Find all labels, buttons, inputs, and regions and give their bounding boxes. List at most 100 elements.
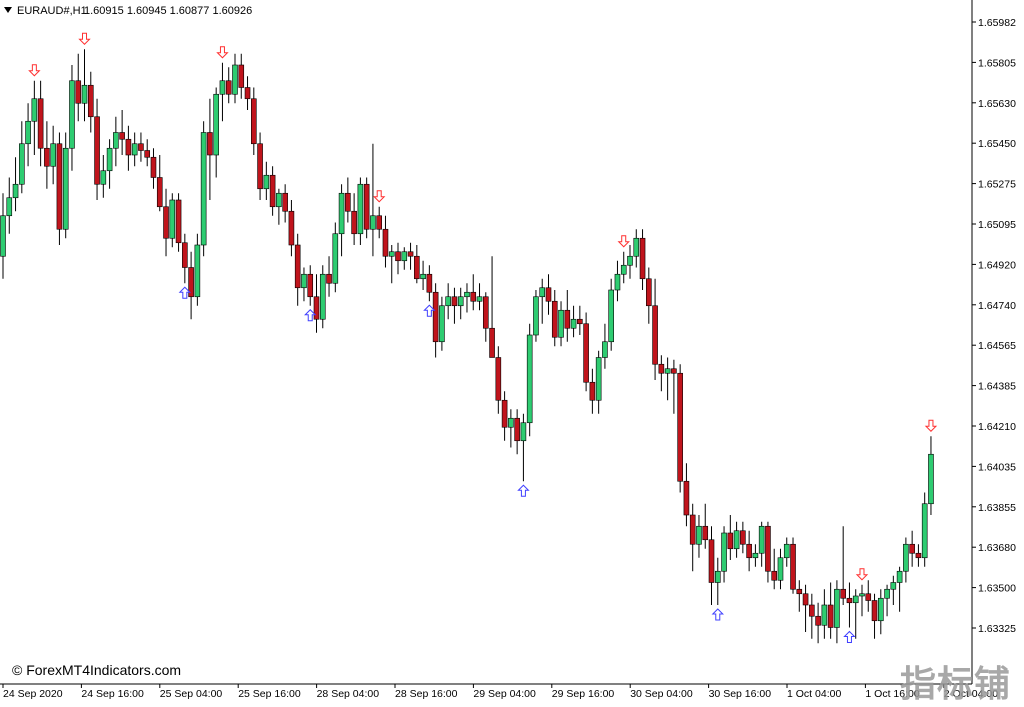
candle-body [263,174,270,190]
candle-body [106,147,113,172]
candle-body [683,480,690,516]
candle-body [652,305,658,365]
price-tick-label: 1.63500 [978,583,1016,595]
candle-body [702,525,709,541]
candle-body [476,296,483,302]
candle-body [871,600,878,622]
candle-body [533,296,539,336]
candle-body [119,132,125,140]
candle-body [376,215,383,230]
candle-body [721,532,727,572]
candle-body [244,87,251,100]
candle-body [131,143,138,156]
candle-body [583,323,589,383]
candle-body [633,237,640,257]
candle-body [194,244,201,298]
candle-body [307,273,314,298]
candle-body [526,334,533,424]
candle-body [664,368,671,374]
candle-body [796,588,803,595]
candle-body [551,300,558,338]
candle-body [81,84,88,104]
price-tick-label: 1.64210 [978,421,1016,433]
candle-body [589,381,596,401]
candle-body [489,327,495,358]
candle-body [219,80,226,95]
price-tick-label: 1.63325 [978,623,1016,635]
candle-body [0,215,6,257]
candle-body [470,291,477,302]
candle-body [514,417,520,442]
candle-body [357,183,364,235]
time-tick-label: 25 Sep 16:00 [238,688,301,700]
candle-body [37,98,44,149]
candle-body [363,183,370,230]
candle-body [382,228,389,257]
candle-body [276,192,282,208]
candle-body [257,143,263,190]
candle-body [915,552,922,559]
time-tick-label: 25 Sep 04:00 [160,688,223,700]
candle-body [12,183,19,199]
candle-body [859,593,865,597]
price-chart[interactable]: 1.65982 1.65805 1.65630 1.65450 1.65275 1.650… [0,0,1024,704]
candle-body [62,147,69,230]
candle-body [689,514,696,545]
candle-body [639,237,646,280]
candle-body [539,287,546,298]
candle-body [658,363,665,374]
candle-body [464,291,470,298]
candle-body [765,525,771,572]
candle-body [501,399,508,428]
candle-body [25,120,31,145]
candle-body [432,291,439,343]
candle-body [928,453,934,505]
candle-body [370,215,376,230]
candle-body [345,192,351,212]
price-tick-label: 1.64920 [978,259,1016,271]
candle-body [251,98,257,145]
candle-body [100,170,107,185]
candle-body [294,244,301,289]
candle-body [815,615,821,626]
candle-body [269,174,276,208]
candle-body [771,570,778,581]
candle-body [846,597,853,604]
candle-body [802,593,809,606]
ohlc-readout: 1.60915 1.60945 1.60877 1.60926 [84,5,252,17]
candle-body [44,147,50,167]
candle-body [708,539,715,583]
price-tick-label: 1.65450 [978,138,1016,150]
candle-body [577,318,583,325]
candle-body [696,525,702,545]
candle-body [646,278,652,307]
candle-body [426,273,433,293]
candle-body [169,199,176,239]
candle-body [627,255,633,266]
price-tick-label: 1.65805 [978,57,1016,69]
candle-body [752,552,759,559]
candle-body [570,318,577,329]
candle-body [746,543,752,559]
price-tick-label: 1.65630 [978,98,1016,110]
time-tick-label: 30 Sep 04:00 [630,688,693,700]
time-tick-label: 28 Sep 04:00 [317,688,380,700]
candle-body [332,233,339,284]
candle-body [407,251,414,257]
candle-body [207,132,213,156]
price-tick-label: 1.64740 [978,300,1016,312]
candle-body [508,417,514,428]
time-tick-label: 24 Sep 16:00 [81,688,144,700]
candle-body [896,570,903,583]
candle-body [520,422,527,442]
candle-body [182,242,188,268]
candle-body [232,64,238,95]
candle-body [163,206,169,239]
candle-body [602,341,608,358]
price-tick-label: 1.63680 [978,542,1016,554]
candle-body [75,80,82,104]
time-tick-label: 28 Sep 16:00 [395,688,458,700]
candle-body [319,273,326,320]
candle-body [282,192,288,212]
price-tick-label: 1.64565 [978,340,1016,352]
